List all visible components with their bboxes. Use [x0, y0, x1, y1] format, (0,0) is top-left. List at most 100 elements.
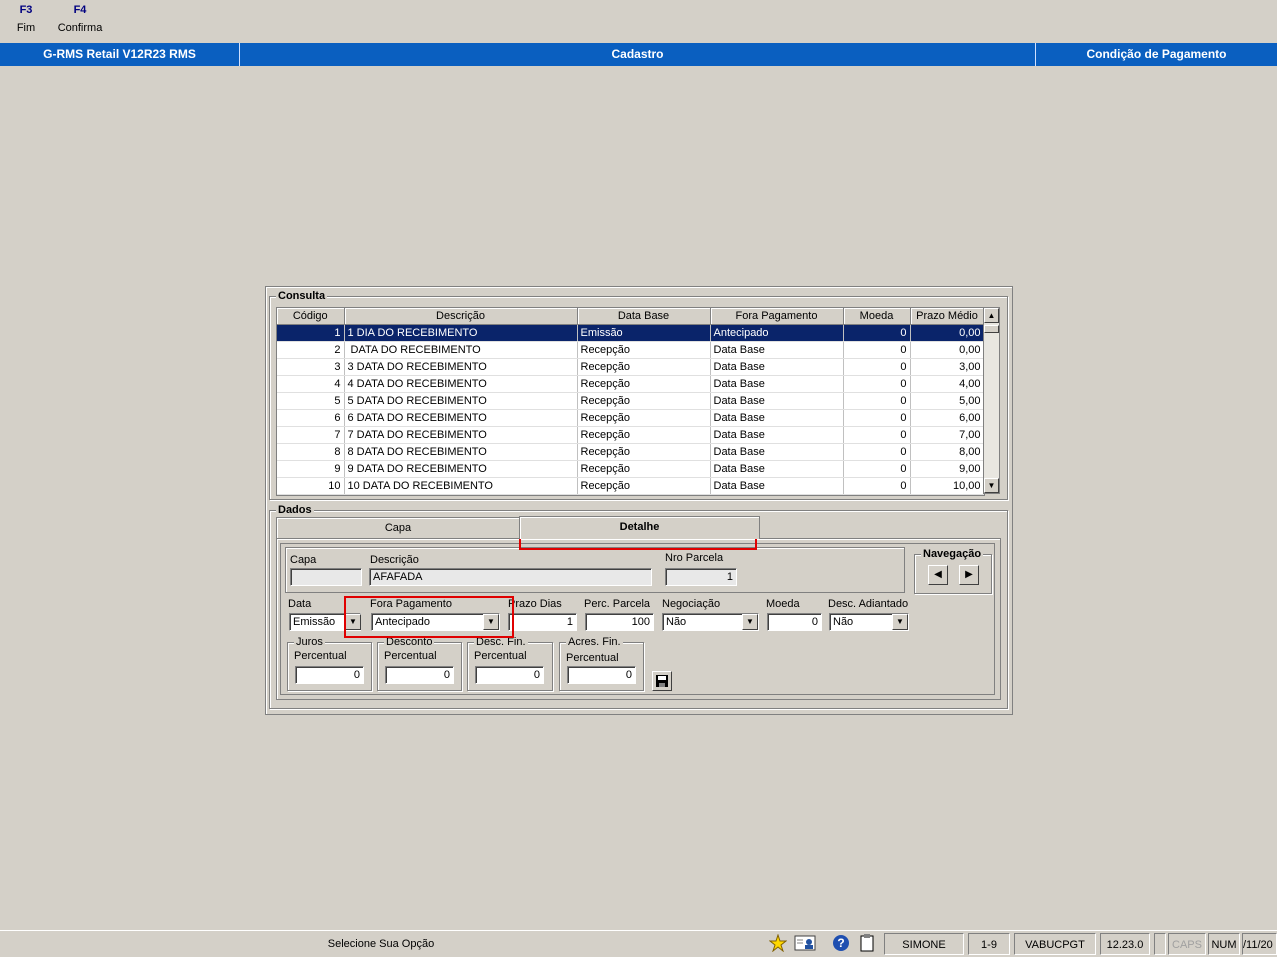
table-row[interactable]: 1 1 DIA DO RECEBIMENTO Emissão Antecipad…	[277, 324, 984, 342]
cell-moeda: 0	[843, 341, 911, 359]
cell-codigo: 4	[277, 375, 345, 393]
status-page: 1-9	[968, 933, 1010, 955]
chevron-down-icon: ▼	[896, 617, 904, 626]
scroll-thumb[interactable]	[984, 325, 999, 333]
status-num: NUM	[1208, 933, 1240, 955]
desc-fin-percentual-label: Percentual	[474, 650, 527, 662]
desc-adiantado-dropdown-button[interactable]: ▼	[892, 614, 908, 630]
star-icon[interactable]	[768, 933, 788, 954]
table-row[interactable]: 3 3 DATA DO RECEBIMENTO Recepção Data Ba…	[277, 358, 984, 376]
cell-data-base: Recepção	[577, 375, 711, 393]
tab-detalhe[interactable]: Detalhe	[519, 516, 760, 539]
svg-text:?: ?	[837, 936, 844, 950]
status-bar: Selecione Sua Opção ? SIMONE 1-9 VABUCPG…	[0, 930, 1277, 957]
cell-data-base: Recepção	[577, 460, 711, 478]
f4-key-label: F4	[73, 4, 87, 16]
acres-fin-title: Acres. Fin.	[566, 636, 623, 648]
cell-prazo: 6,00	[910, 409, 984, 427]
status-caps: CAPS	[1168, 933, 1206, 955]
perc-parcela-field[interactable]: 100	[585, 613, 654, 631]
moeda-field[interactable]: 0	[767, 613, 822, 631]
cell-fora-pagamento: Data Base	[710, 358, 844, 376]
cell-fora-pagamento: Antecipado	[710, 324, 844, 342]
cell-moeda: 0	[843, 324, 911, 342]
desc-adiantado-label: Desc. Adiantado	[828, 598, 909, 610]
cell-prazo: 5,00	[910, 392, 984, 410]
col-header-moeda[interactable]: Moeda	[843, 308, 911, 325]
cell-moeda: 0	[843, 375, 911, 393]
acres-fin-percentual-field[interactable]: 0	[567, 666, 636, 684]
grid-scrollbar[interactable]: ▲ ▼	[983, 307, 1000, 494]
nav-next-button[interactable]: ▶	[959, 565, 979, 585]
table-row[interactable]: 7 7 DATA DO RECEBIMENTO Recepção Data Ba…	[277, 426, 984, 444]
cell-codigo: 5	[277, 392, 345, 410]
cell-fora-pagamento: Data Base	[710, 460, 844, 478]
cell-moeda: 0	[843, 358, 911, 376]
floppy-disk-icon	[656, 675, 668, 687]
nro-parcela-field[interactable]: 1	[665, 568, 737, 586]
status-message: Selecione Sua Opção	[327, 938, 435, 950]
cell-descricao: 8 DATA DO RECEBIMENTO	[344, 443, 578, 461]
f4-confirma-button[interactable]: F4 Confirma	[56, 4, 104, 34]
table-row[interactable]: 8 8 DATA DO RECEBIMENTO Recepção Data Ba…	[277, 443, 984, 461]
table-row[interactable]: 9 9 DATA DO RECEBIMENTO Recepção Data Ba…	[277, 460, 984, 478]
f3-key-label: F3	[19, 4, 33, 16]
cell-fora-pagamento: Data Base	[710, 426, 844, 444]
cell-prazo: 4,00	[910, 375, 984, 393]
descricao-field[interactable]: AFAFADA	[369, 568, 652, 586]
data-label: Data	[288, 598, 312, 610]
table-row[interactable]: 4 4 DATA DO RECEBIMENTO Recepção Data Ba…	[277, 375, 984, 393]
desc-fin-percentual-field[interactable]: 0	[475, 666, 544, 684]
clipboard-icon[interactable]	[857, 934, 877, 954]
status-version: 12.23.0	[1100, 933, 1150, 955]
navegacao-title: Navegação	[921, 548, 984, 560]
scroll-down-arrow-icon[interactable]: ▼	[984, 478, 999, 493]
table-row[interactable]: 2 DATA DO RECEBIMENTO Recepção Data Base…	[277, 341, 984, 359]
desconto-percentual-field[interactable]: 0	[385, 666, 454, 684]
save-button[interactable]	[652, 671, 672, 691]
scroll-up-arrow-icon[interactable]: ▲	[984, 308, 999, 323]
cell-codigo: 10	[277, 477, 345, 495]
nav-prev-button[interactable]: ◀	[928, 565, 948, 585]
f3-action-label: Fim	[16, 22, 36, 34]
juros-percentual-field[interactable]: 0	[295, 666, 364, 684]
col-header-data-base[interactable]: Data Base	[577, 308, 711, 325]
cell-prazo: 7,00	[910, 426, 984, 444]
col-header-codigo[interactable]: Código	[277, 308, 345, 325]
table-row[interactable]: 10 10 DATA DO RECEBIMENTO Recepção Data …	[277, 477, 984, 495]
cell-data-base: Recepção	[577, 358, 711, 376]
cell-moeda: 0	[843, 477, 911, 495]
consulta-grid[interactable]: Código Descrição Data Base Fora Pagament…	[276, 307, 985, 496]
user-card-icon[interactable]	[793, 934, 819, 954]
f3-fim-button[interactable]: F3 Fim	[14, 4, 38, 34]
cell-fora-pagamento: Data Base	[710, 392, 844, 410]
col-header-fora-pagamento[interactable]: Fora Pagamento	[710, 308, 844, 325]
negociacao-label: Negociação	[662, 598, 721, 610]
cell-descricao: 1 DIA DO RECEBIMENTO	[344, 324, 578, 342]
cell-prazo: 0,00	[910, 324, 984, 342]
cell-codigo: 9	[277, 460, 345, 478]
tab-capa[interactable]: Capa	[276, 517, 520, 538]
cell-fora-pagamento: Data Base	[710, 477, 844, 495]
cell-fora-pagamento: Data Base	[710, 443, 844, 461]
cell-data-base: Emissão	[577, 324, 711, 342]
table-row[interactable]: 5 5 DATA DO RECEBIMENTO Recepção Data Ba…	[277, 392, 984, 410]
cell-moeda: 0	[843, 426, 911, 444]
cell-codigo: 8	[277, 443, 345, 461]
col-header-descricao[interactable]: Descrição	[344, 308, 578, 325]
status-empty	[1154, 933, 1166, 955]
table-row[interactable]: 6 6 DATA DO RECEBIMENTO Recepção Data Ba…	[277, 409, 984, 427]
f4-action-label: Confirma	[57, 22, 103, 34]
fora-pagamento-highlight	[344, 596, 514, 638]
cell-data-base: Recepção	[577, 443, 711, 461]
negociacao-dropdown-button[interactable]: ▼	[742, 614, 758, 630]
prazo-dias-field[interactable]: 1	[508, 613, 577, 631]
capa-field[interactable]	[290, 568, 362, 586]
prazo-dias-label: Prazo Dias	[508, 598, 562, 610]
help-icon[interactable]: ?	[831, 934, 851, 954]
cell-codigo: 6	[277, 409, 345, 427]
cell-descricao: 4 DATA DO RECEBIMENTO	[344, 375, 578, 393]
chevron-down-icon: ▼	[746, 617, 754, 626]
col-header-prazo-medio[interactable]: Prazo Médio	[910, 308, 984, 325]
triangle-left-icon: ◀	[934, 569, 942, 580]
